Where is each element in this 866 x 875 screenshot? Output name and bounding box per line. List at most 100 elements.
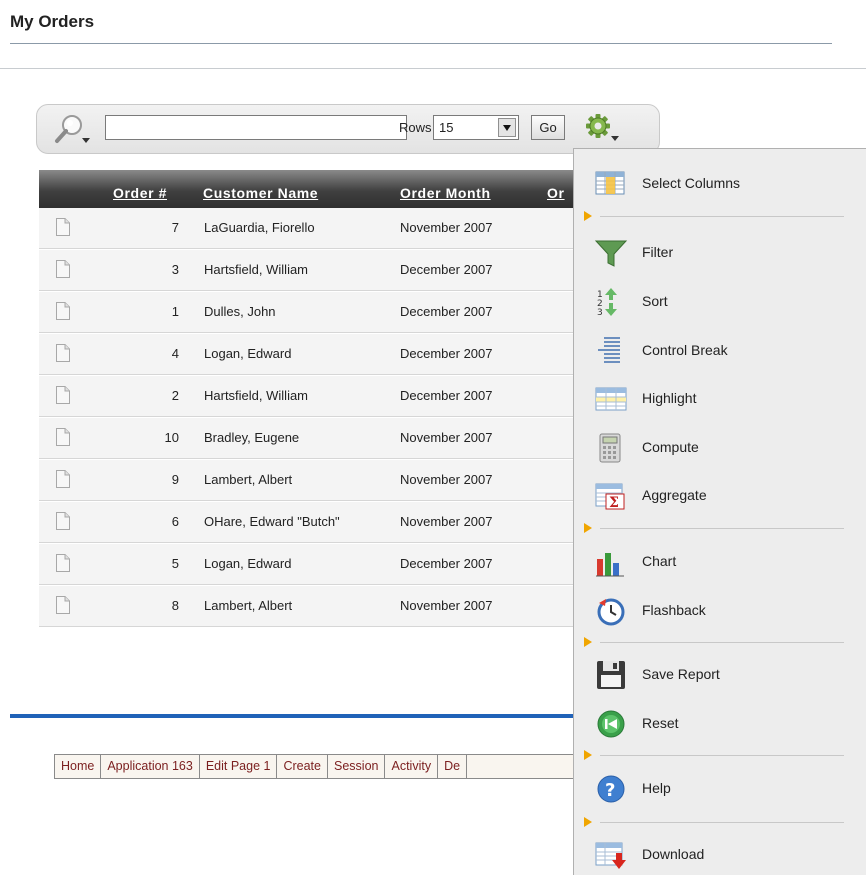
table-row: 1 Dulles, John December 2007 xyxy=(39,292,575,333)
menu-item-help[interactable]: ? Help xyxy=(574,769,866,809)
menu-item-control-break[interactable]: Control Break xyxy=(574,331,866,371)
customer-name: Hartsfield, William xyxy=(204,262,309,277)
customer-name: Dulles, John xyxy=(204,304,276,319)
menu-label: Highlight xyxy=(642,390,697,406)
dev-link-edit-page[interactable]: Edit Page 1 xyxy=(200,755,278,778)
order-month: December 2007 xyxy=(400,304,493,319)
menu-item-aggregate[interactable]: Σ Aggregate xyxy=(574,476,866,516)
customer-name: OHare, Edward "Butch" xyxy=(204,514,340,529)
developer-toolbar: Home Application 163 Edit Page 1 Create … xyxy=(54,754,575,779)
order-month: November 2007 xyxy=(400,514,493,529)
svg-text:?: ? xyxy=(605,780,615,801)
svg-text:3: 3 xyxy=(597,308,603,318)
column-header-customer[interactable]: Customer Name xyxy=(203,185,318,201)
document-icon[interactable] xyxy=(56,260,70,278)
menu-label: Aggregate xyxy=(642,487,707,503)
table-row: 8 Lambert, Albert November 2007 xyxy=(39,586,575,627)
order-number: 9 xyxy=(171,472,179,487)
order-month: December 2007 xyxy=(400,262,493,277)
document-icon[interactable] xyxy=(56,470,70,488)
table-row: 6 OHare, Edward "Butch" November 2007 xyxy=(39,502,575,543)
menu-label: Compute xyxy=(642,439,699,455)
menu-item-compute[interactable]: Compute xyxy=(574,428,866,468)
menu-item-chart[interactable]: Chart xyxy=(574,542,866,582)
search-column-icon[interactable] xyxy=(53,113,93,147)
order-month: December 2007 xyxy=(400,346,493,361)
document-icon[interactable] xyxy=(56,554,70,572)
order-number: 5 xyxy=(171,556,179,571)
help-icon: ? xyxy=(594,773,628,805)
menu-label: Flashback xyxy=(642,602,706,618)
menu-label: Chart xyxy=(642,553,677,569)
order-number: 4 xyxy=(171,346,179,361)
table-row: 10 Bradley, Eugene November 2007 xyxy=(39,418,575,459)
order-number: 7 xyxy=(171,220,179,235)
page-title-region: My Orders xyxy=(10,10,832,44)
menu-item-flashback[interactable]: Flashback xyxy=(574,591,866,631)
menu-separator xyxy=(584,816,864,830)
menu-item-filter[interactable]: Filter xyxy=(574,233,866,273)
compute-icon xyxy=(594,432,628,464)
dev-link-debug[interactable]: De xyxy=(438,755,468,778)
document-icon[interactable] xyxy=(56,386,70,404)
document-icon[interactable] xyxy=(56,512,70,530)
customer-name: Logan, Edward xyxy=(204,556,292,571)
document-icon[interactable] xyxy=(56,428,70,446)
order-month: November 2007 xyxy=(400,220,493,235)
chevron-down-icon[interactable] xyxy=(498,118,516,137)
control-break-icon xyxy=(594,335,628,367)
aggregate-icon: Σ xyxy=(594,480,628,512)
order-number: 3 xyxy=(171,262,179,277)
order-month: November 2007 xyxy=(400,430,493,445)
menu-item-select-columns[interactable]: Select Columns xyxy=(574,164,866,204)
menu-item-highlight[interactable]: Highlight xyxy=(574,379,866,419)
svg-text:Σ: Σ xyxy=(609,495,619,511)
table-row: 7 LaGuardia, Fiorello November 2007 xyxy=(39,208,575,249)
highlight-icon xyxy=(594,383,628,415)
menu-item-reset[interactable]: Reset xyxy=(574,704,866,744)
menu-item-save-report[interactable]: Save Report xyxy=(574,655,866,695)
rows-select[interactable]: 15 xyxy=(433,115,519,140)
document-icon[interactable] xyxy=(56,218,70,236)
dev-link-session[interactable]: Session xyxy=(328,755,386,778)
order-month: November 2007 xyxy=(400,472,493,487)
column-header-month[interactable]: Order Month xyxy=(400,185,491,201)
menu-label: Select Columns xyxy=(642,175,741,191)
menu-separator xyxy=(584,210,864,224)
table-header: Order # Customer Name Order Month Or xyxy=(39,170,575,208)
flashback-icon xyxy=(594,595,628,627)
rows-label: Rows xyxy=(399,120,432,135)
rows-select-value: 15 xyxy=(439,120,454,135)
customer-name: LaGuardia, Fiorello xyxy=(204,220,315,235)
customer-name: Logan, Edward xyxy=(204,346,292,361)
order-month: November 2007 xyxy=(400,598,493,613)
actions-gear-icon[interactable] xyxy=(583,112,621,144)
document-icon[interactable] xyxy=(56,344,70,362)
menu-label: Save Report xyxy=(642,666,720,682)
sort-icon: 1 2 3 xyxy=(594,286,628,318)
order-number: 10 xyxy=(164,430,179,445)
table-row: 2 Hartsfield, William December 2007 xyxy=(39,376,575,417)
order-number: 6 xyxy=(171,514,179,529)
column-header-order[interactable]: Order # xyxy=(113,185,167,201)
actions-menu: Select Columns Filter 1 2 3 Sort Control… xyxy=(573,148,866,875)
dev-link-activity[interactable]: Activity xyxy=(385,755,439,778)
menu-label: Sort xyxy=(642,293,668,309)
document-icon[interactable] xyxy=(56,302,70,320)
footer-divider xyxy=(10,714,580,718)
table-row: 4 Logan, Edward December 2007 xyxy=(39,334,575,375)
dev-link-application[interactable]: Application 163 xyxy=(101,755,200,778)
order-month: December 2007 xyxy=(400,556,493,571)
menu-item-sort[interactable]: 1 2 3 Sort xyxy=(574,282,866,322)
column-header-partial[interactable]: Or xyxy=(547,185,565,201)
menu-item-download[interactable]: Download xyxy=(574,835,866,875)
menu-label: Control Break xyxy=(642,342,728,358)
order-number: 8 xyxy=(171,598,179,613)
dev-link-create[interactable]: Create xyxy=(277,755,328,778)
document-icon[interactable] xyxy=(56,596,70,614)
order-month: December 2007 xyxy=(400,388,493,403)
customer-name: Bradley, Eugene xyxy=(204,430,300,445)
search-input[interactable] xyxy=(105,115,407,140)
go-button[interactable]: Go xyxy=(531,115,565,140)
dev-link-home[interactable]: Home xyxy=(55,755,102,778)
